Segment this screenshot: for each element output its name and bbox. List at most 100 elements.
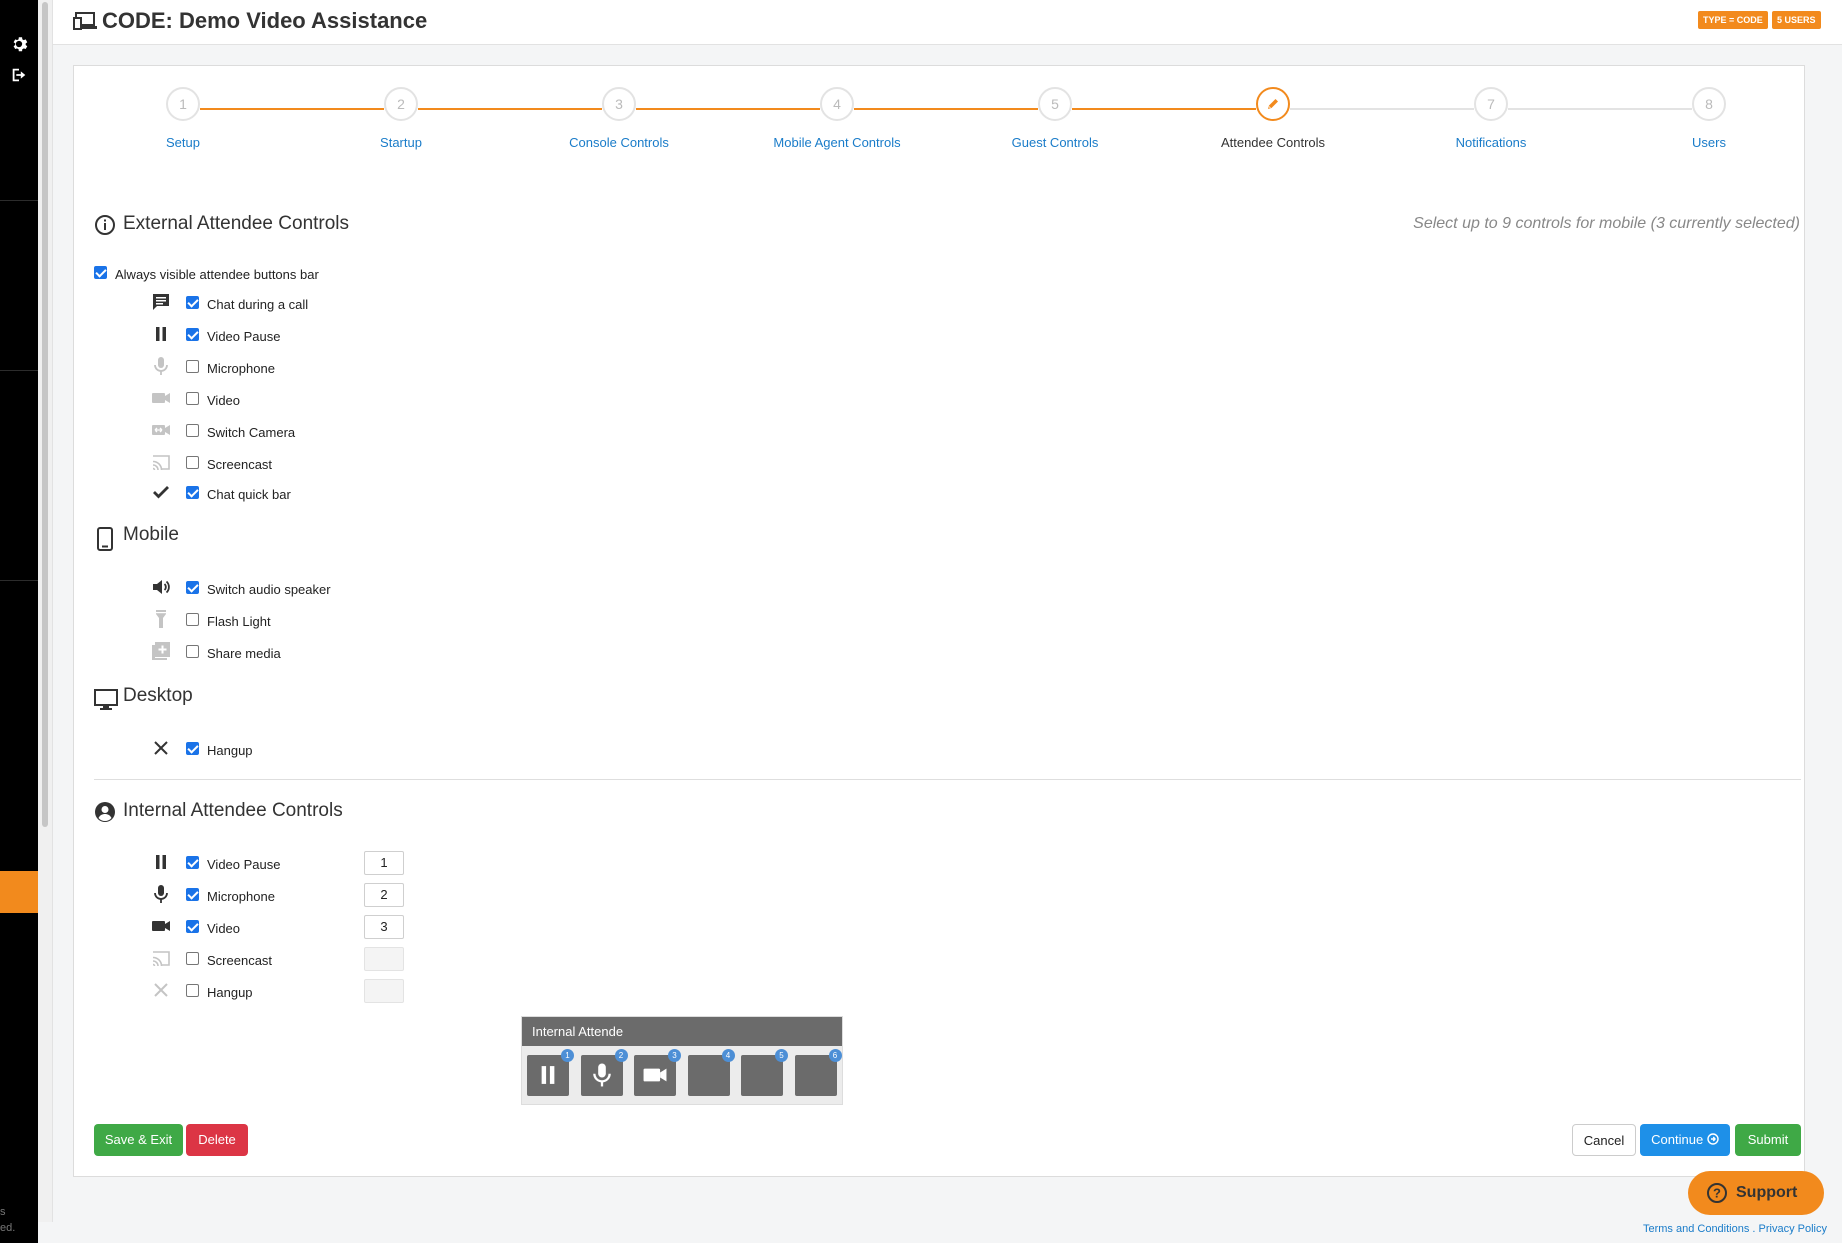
control-checkbox[interactable] xyxy=(186,613,199,626)
control-label: Hangup xyxy=(207,743,253,758)
control-checkbox[interactable] xyxy=(186,645,199,658)
scrollbar-thumb[interactable] xyxy=(42,2,48,827)
desktop-monitor-icon xyxy=(94,689,118,710)
control-label: Chat quick bar xyxy=(207,487,291,502)
control-checkbox[interactable] xyxy=(186,920,199,933)
preview-button: 1 xyxy=(527,1049,574,1096)
order-input[interactable] xyxy=(364,947,404,971)
step-connector xyxy=(854,108,1038,110)
step-4-circle[interactable]: 4 xyxy=(820,87,854,121)
step-connector xyxy=(200,108,384,110)
step-6-circle[interactable] xyxy=(1256,87,1290,121)
step-7-label[interactable]: Notifications xyxy=(1401,135,1581,150)
pause-icon xyxy=(150,323,172,345)
continue-button[interactable]: Continue xyxy=(1640,1124,1730,1156)
control-label: Microphone xyxy=(207,361,275,376)
control-checkbox[interactable] xyxy=(186,360,199,373)
gear-icon[interactable] xyxy=(10,35,28,53)
sidebar-divider xyxy=(0,370,38,371)
selection-note: Select up to 9 controls for mobile (3 cu… xyxy=(1413,215,1800,232)
order-input[interactable] xyxy=(364,979,404,1003)
terms-link[interactable]: Terms and Conditions xyxy=(1643,1223,1749,1235)
always-visible-label: Always visible attendee buttons bar xyxy=(115,267,319,282)
step-3-circle[interactable]: 3 xyxy=(602,87,636,121)
control-label: Switch audio speaker xyxy=(207,582,331,597)
svg-text:?: ? xyxy=(1713,1186,1721,1201)
control-checkbox[interactable] xyxy=(186,742,199,755)
control-label: Hangup xyxy=(207,985,253,1000)
privacy-link[interactable]: Privacy Policy xyxy=(1759,1223,1827,1235)
support-button[interactable]: ? Support xyxy=(1688,1171,1824,1215)
flashlight-icon xyxy=(150,608,172,630)
step-8-label[interactable]: Users xyxy=(1619,135,1799,150)
order-input[interactable]: 3 xyxy=(364,915,404,939)
internal-section-title: Internal Attendee Controls xyxy=(123,800,343,821)
mobile-section-title: Mobile xyxy=(123,524,179,545)
preview-button-number: 6 xyxy=(828,1049,842,1062)
continue-label: Continue xyxy=(1651,1132,1704,1147)
step-5-circle[interactable]: 5 xyxy=(1038,87,1072,121)
control-checkbox[interactable] xyxy=(186,888,199,901)
delete-button[interactable]: Delete xyxy=(186,1124,248,1156)
step-8-circle[interactable]: 8 xyxy=(1692,87,1726,121)
control-label: Chat during a call xyxy=(207,297,309,312)
sidebar-footer-text: ed. xyxy=(0,1222,16,1234)
step-1-label[interactable]: Setup xyxy=(93,135,273,150)
control-checkbox[interactable] xyxy=(186,456,199,469)
control-checkbox[interactable] xyxy=(186,328,199,341)
control-checkbox[interactable] xyxy=(186,952,199,965)
sidebar-active-item[interactable] xyxy=(0,871,38,913)
support-label: Support xyxy=(1736,1184,1798,1201)
control-checkbox[interactable] xyxy=(186,486,199,499)
pause-icon xyxy=(150,851,172,873)
info-icon xyxy=(95,215,115,235)
buttons-preview: Internal Attende 1 2 3 4 5 6 xyxy=(521,1016,843,1105)
control-label: Video xyxy=(207,393,241,408)
preview-button: 6 xyxy=(794,1049,842,1096)
switch-camera-icon xyxy=(150,419,172,441)
control-checkbox[interactable] xyxy=(186,856,199,869)
microphone-icon xyxy=(150,883,172,905)
video-camera-icon xyxy=(150,915,172,937)
order-input[interactable]: 2 xyxy=(364,883,404,907)
preview-button: 2 xyxy=(580,1049,628,1096)
step-5-label[interactable]: Guest Controls xyxy=(965,135,1145,150)
preview-button: 4 xyxy=(687,1049,735,1096)
close-icon xyxy=(150,737,172,759)
devices-icon xyxy=(73,12,97,30)
step-2-label[interactable]: Startup xyxy=(311,135,491,150)
microphone-icon xyxy=(150,355,172,377)
step-1-circle[interactable]: 1 xyxy=(166,87,200,121)
share-media-icon xyxy=(150,640,172,662)
pause-icon xyxy=(534,1061,562,1094)
save-exit-button[interactable]: Save & Exit xyxy=(94,1124,183,1156)
step-6-label: Attendee Controls xyxy=(1220,135,1326,150)
microphone-icon xyxy=(588,1061,616,1094)
order-input[interactable]: 1 xyxy=(364,851,404,875)
footer-separator: . xyxy=(1749,1223,1759,1235)
cast-icon xyxy=(150,451,172,473)
sidebar-divider xyxy=(0,200,38,201)
submit-button[interactable]: Submit xyxy=(1735,1124,1801,1156)
cast-icon xyxy=(150,947,172,969)
control-checkbox[interactable] xyxy=(186,392,199,405)
scrollbar[interactable] xyxy=(38,0,53,1222)
step-3-label[interactable]: Console Controls xyxy=(529,135,709,150)
close-icon xyxy=(150,979,172,1001)
cancel-button[interactable]: Cancel xyxy=(1572,1124,1636,1156)
step-connector xyxy=(418,108,602,110)
control-checkbox[interactable] xyxy=(186,581,199,594)
arrow-circle-right-icon xyxy=(1707,1133,1719,1145)
always-visible-checkbox[interactable] xyxy=(94,266,107,279)
step-2-circle[interactable]: 2 xyxy=(384,87,418,121)
preview-button-number: 4 xyxy=(721,1049,735,1062)
step-7-circle[interactable]: 7 xyxy=(1474,87,1508,121)
user-circle-icon xyxy=(95,802,115,822)
preview-button-number: 5 xyxy=(775,1049,788,1062)
sign-out-icon[interactable] xyxy=(10,66,28,84)
control-checkbox[interactable] xyxy=(186,296,199,309)
control-label: Screencast xyxy=(207,457,273,472)
step-4-label[interactable]: Mobile Agent Controls xyxy=(747,135,927,150)
control-checkbox[interactable] xyxy=(186,424,199,437)
control-checkbox[interactable] xyxy=(186,984,199,997)
